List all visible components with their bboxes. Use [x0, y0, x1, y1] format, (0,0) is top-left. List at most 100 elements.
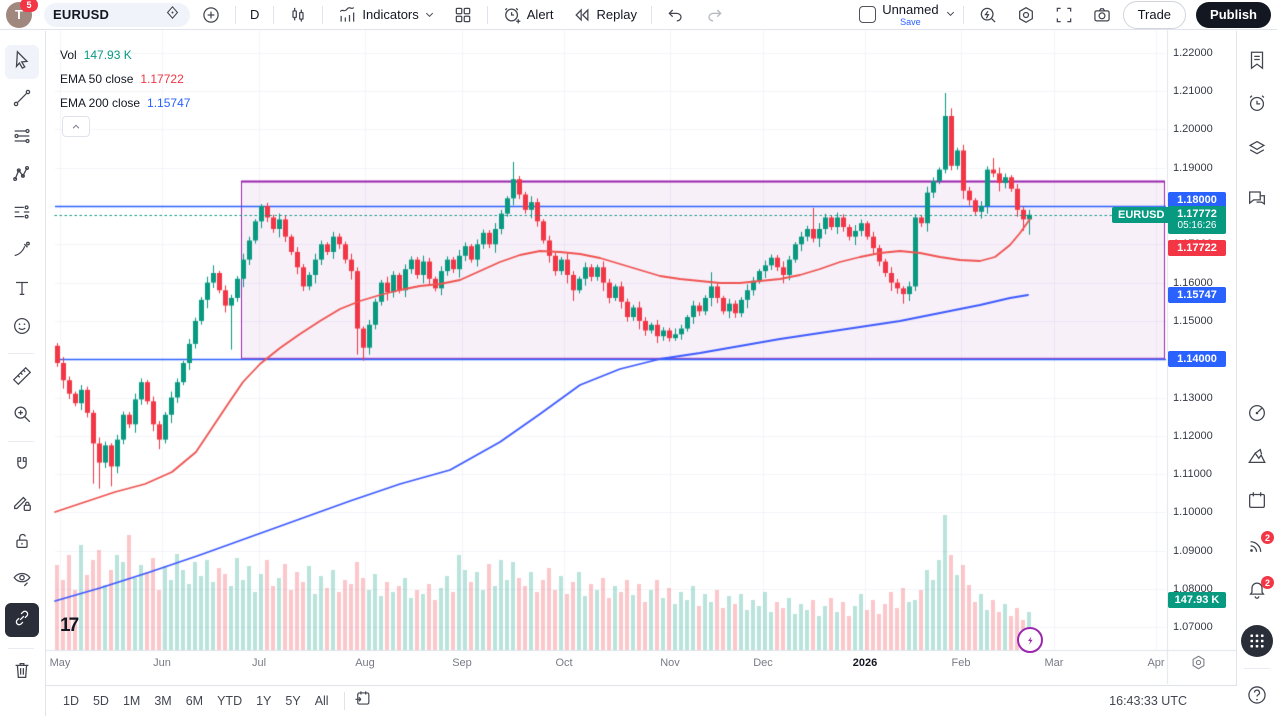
price-line-symbol-tag: EURUSD [1112, 207, 1170, 223]
replay-button[interactable]: Replay [565, 2, 644, 28]
symbol-name: EURUSD [53, 7, 109, 22]
user-avatar[interactable]: T 5 [6, 2, 32, 28]
volume-label: Vol [60, 43, 77, 67]
ideas-icon [1246, 445, 1268, 472]
watchlist-icon [1246, 49, 1268, 76]
price-badge: 1.14000 [1168, 351, 1226, 367]
chevron-down-icon [945, 6, 956, 24]
sidebar-item-calendar[interactable] [1240, 485, 1274, 519]
calendar-icon [1246, 489, 1268, 516]
emoji-tool-icon [11, 315, 33, 342]
xabcd-pattern-tool-button[interactable] [5, 159, 39, 193]
alert-button[interactable]: Alert [495, 2, 561, 28]
ema200-label: EMA 200 close [60, 91, 140, 115]
price-axis-label: 1.11000 [1173, 468, 1235, 480]
chart-pane: Vol 147.93 K EMA 50 close 1.17722 EMA 20… [45, 30, 1237, 684]
price-chart-canvas[interactable] [45, 30, 1237, 684]
measure-tool-button[interactable] [5, 361, 39, 395]
layout-manager-button[interactable]: Unnamed Save [859, 3, 955, 27]
price-badge: 1.17722 [1168, 240, 1226, 256]
sidebar-item-streams[interactable]: 2 [1240, 530, 1274, 564]
forecast-tool-icon [11, 201, 33, 228]
hide-drawings-tool-icon [11, 568, 33, 595]
time-axis-label: Apr [1134, 657, 1178, 669]
sidebar-item-object-tree[interactable] [1240, 133, 1274, 167]
hide-drawings-tool-button[interactable] [5, 564, 39, 598]
notification-count-badge: 5 [20, 0, 38, 12]
quick-search-button[interactable] [971, 2, 1005, 28]
clock-utc[interactable]: 16:43:33 UTC [1109, 694, 1187, 708]
toolbar-divider [8, 648, 34, 649]
range-button-1y[interactable]: 1Y [249, 691, 278, 711]
indicators-icon [337, 5, 357, 25]
sidebar-item-watchlist[interactable] [1240, 45, 1274, 79]
toolbar-divider [8, 353, 34, 354]
indicators-button[interactable]: Indicators [330, 2, 441, 28]
sidebar-item-apps-menu[interactable] [1240, 624, 1274, 658]
xabcd-pattern-tool-icon [11, 163, 33, 190]
range-button-ytd[interactable]: YTD [210, 691, 249, 711]
publish-button[interactable]: Publish [1196, 2, 1271, 28]
range-button-all[interactable]: All [308, 691, 336, 711]
sidebar-item-alerts[interactable] [1240, 88, 1274, 122]
badge-count: 2 [1261, 531, 1274, 544]
sync-drawings-tool-button[interactable] [5, 603, 39, 637]
range-button-1m[interactable]: 1M [116, 691, 147, 711]
redo-button[interactable] [697, 2, 731, 28]
symbol-search-button[interactable]: EURUSD [44, 3, 190, 27]
trade-button[interactable]: Trade [1123, 1, 1186, 29]
range-button-5y[interactable]: 5Y [278, 691, 307, 711]
settings-button[interactable] [1009, 2, 1043, 28]
price-axis-settings-gear-icon[interactable] [1190, 654, 1207, 676]
bottom-toolbar: 1D5D1M3M6MYTD1Y5YAll 16:43:33 UTC [46, 685, 1237, 716]
time-axis-label: Feb [939, 657, 983, 669]
apps-menu-icon [1241, 625, 1273, 657]
time-axis-label: Jun [140, 657, 184, 669]
sidebar-item-hotlists[interactable] [1240, 398, 1274, 432]
legend-collapse-button[interactable] [62, 116, 90, 137]
sidebar-item-chats[interactable] [1240, 183, 1274, 217]
volume-value: 147.93 K [84, 43, 132, 67]
alert-clock-plus-icon [502, 5, 522, 25]
sidebar-item-ideas[interactable] [1240, 441, 1274, 475]
save-layout-link[interactable]: Save [900, 18, 921, 27]
lock-drawings-tool-button[interactable] [5, 526, 39, 560]
remove-drawings-tool-button[interactable] [5, 655, 39, 689]
range-button-6m[interactable]: 6M [179, 691, 210, 711]
undo-button[interactable] [659, 2, 693, 28]
cursor-tool-button[interactable] [5, 45, 39, 79]
toolbar-divider [487, 6, 488, 24]
volume-legend-row[interactable]: Vol 147.93 K [60, 43, 190, 67]
emoji-tool-button[interactable] [5, 311, 39, 345]
range-button-5d[interactable]: 5D [86, 691, 116, 711]
symbol-detail-diamond-icon [164, 4, 181, 26]
drawing-mode-tool-button[interactable] [5, 488, 39, 522]
brush-tool-button[interactable] [5, 235, 39, 269]
boost-lightning-button[interactable] [1017, 627, 1043, 653]
chart-style-button[interactable] [281, 2, 315, 28]
indicator-templates-button[interactable] [446, 2, 480, 28]
go-to-date-button[interactable] [353, 689, 372, 713]
lock-drawings-tool-icon [11, 530, 33, 557]
sidebar-item-help[interactable] [1240, 680, 1274, 714]
trend-line-tool-button[interactable] [5, 83, 39, 117]
text-tool-button[interactable] [5, 273, 39, 307]
ema50-legend-row[interactable]: EMA 50 close 1.17722 [60, 67, 190, 91]
sidebar-item-notifications[interactable]: 2 [1240, 575, 1274, 609]
screenshot-button[interactable] [1085, 2, 1119, 28]
compare-add-symbol-button[interactable] [194, 2, 228, 28]
range-button-1d[interactable]: 1D [56, 691, 86, 711]
fib-lines-tool-button[interactable] [5, 121, 39, 155]
range-button-3m[interactable]: 3M [147, 691, 178, 711]
ema200-legend-row[interactable]: EMA 200 close 1.15747 [60, 91, 190, 115]
forecast-tool-button[interactable] [5, 197, 39, 231]
magnet-tool-button[interactable] [5, 450, 39, 484]
text-tool-icon [11, 277, 33, 304]
measure-tool-icon [11, 365, 33, 392]
right-sidebar: 22 [1236, 31, 1277, 716]
fullscreen-button[interactable] [1047, 2, 1081, 28]
price-axis-label: 1.20000 [1173, 123, 1235, 135]
tradingview-logo[interactable]: 17 [60, 615, 77, 637]
interval-button[interactable]: D [243, 2, 266, 28]
zoom-in-tool-button[interactable] [5, 399, 39, 433]
